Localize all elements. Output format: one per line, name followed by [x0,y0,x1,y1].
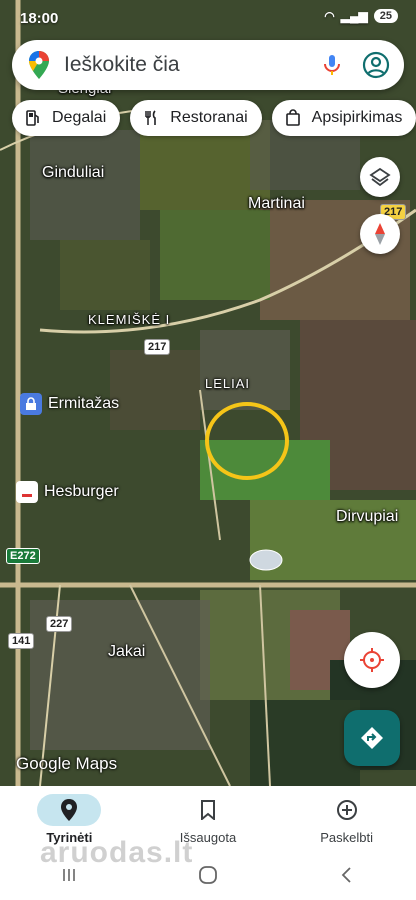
compass-icon [375,223,385,245]
restaurant-marker-icon [16,481,38,503]
explore-pin-icon [61,799,78,821]
aruodas-watermark: aruodas.lt [40,836,194,869]
road-shield-227: 227 [46,616,73,632]
gas-station-icon [26,110,39,126]
nav-contribute[interactable]: Paskelbti [287,786,407,845]
add-circle-icon [336,800,357,820]
poi-label: Hesburger [44,483,119,500]
directions-button[interactable] [344,710,400,766]
road-shield-217: 217 [144,339,171,355]
poi-label: Ermitažas [48,395,120,412]
compass-button[interactable] [360,214,400,254]
layers-button[interactable] [360,157,400,197]
status-bar: 18:00 ◠ ▂▄▆ 25 [0,0,416,36]
location-crosshair-icon [360,648,384,672]
road-shield-e272: E272 [6,548,40,564]
shopping-bag-icon [285,109,300,126]
nav-label: Paskelbti [320,830,374,845]
signal-icon: ▂▄▆ [340,9,368,23]
chip-label: Apsipirkimas [311,109,403,126]
back-icon[interactable] [337,865,357,885]
chip-label: Restoranai [170,109,248,126]
google-maps-pin-icon [29,51,49,79]
place-label-dirvupiai: Dirvupiai [336,508,399,525]
status-time: 18:00 [20,10,59,27]
place-label-klemiske: KLEMIŠKĖ I [88,312,171,327]
road-shield-141: 141 [8,633,35,649]
poi-ermitazas[interactable]: Ermitažas [20,393,119,415]
home-icon[interactable] [197,864,219,886]
chip-degalai[interactable]: Degalai [12,100,121,136]
shopping-lock-icon [20,393,42,415]
directions-icon [361,727,383,749]
poi-hesburger[interactable]: Hesburger [16,481,119,503]
account-icon[interactable] [362,51,390,79]
place-label-martinai: Martinai [248,195,305,212]
battery-icon: 25 [373,9,398,23]
highlight-circle [205,402,289,480]
wifi-icon: ◠ [324,9,335,23]
search-bar[interactable]: Ieškokite čia [12,40,404,90]
chip-apsipirkimas[interactable]: Apsipirkimas [271,100,416,136]
category-chips: Degalai Restoranai Apsipirkimas [12,100,416,136]
microphone-icon[interactable] [320,53,344,77]
place-label-jakai: Jakai [108,643,146,660]
bookmark-icon [200,800,215,820]
place-label-ginduliai: Ginduliai [42,164,105,181]
place-label-leliai: LELIAI [205,376,251,391]
search-input[interactable]: Ieškokite čia [64,53,320,77]
restaurant-icon [145,110,157,125]
layers-icon [369,167,391,187]
my-location-button[interactable] [344,632,400,688]
chip-label: Degalai [52,109,107,126]
chip-restoranai[interactable]: Restoranai [130,100,262,136]
google-maps-attribution: Google Maps [16,754,118,773]
